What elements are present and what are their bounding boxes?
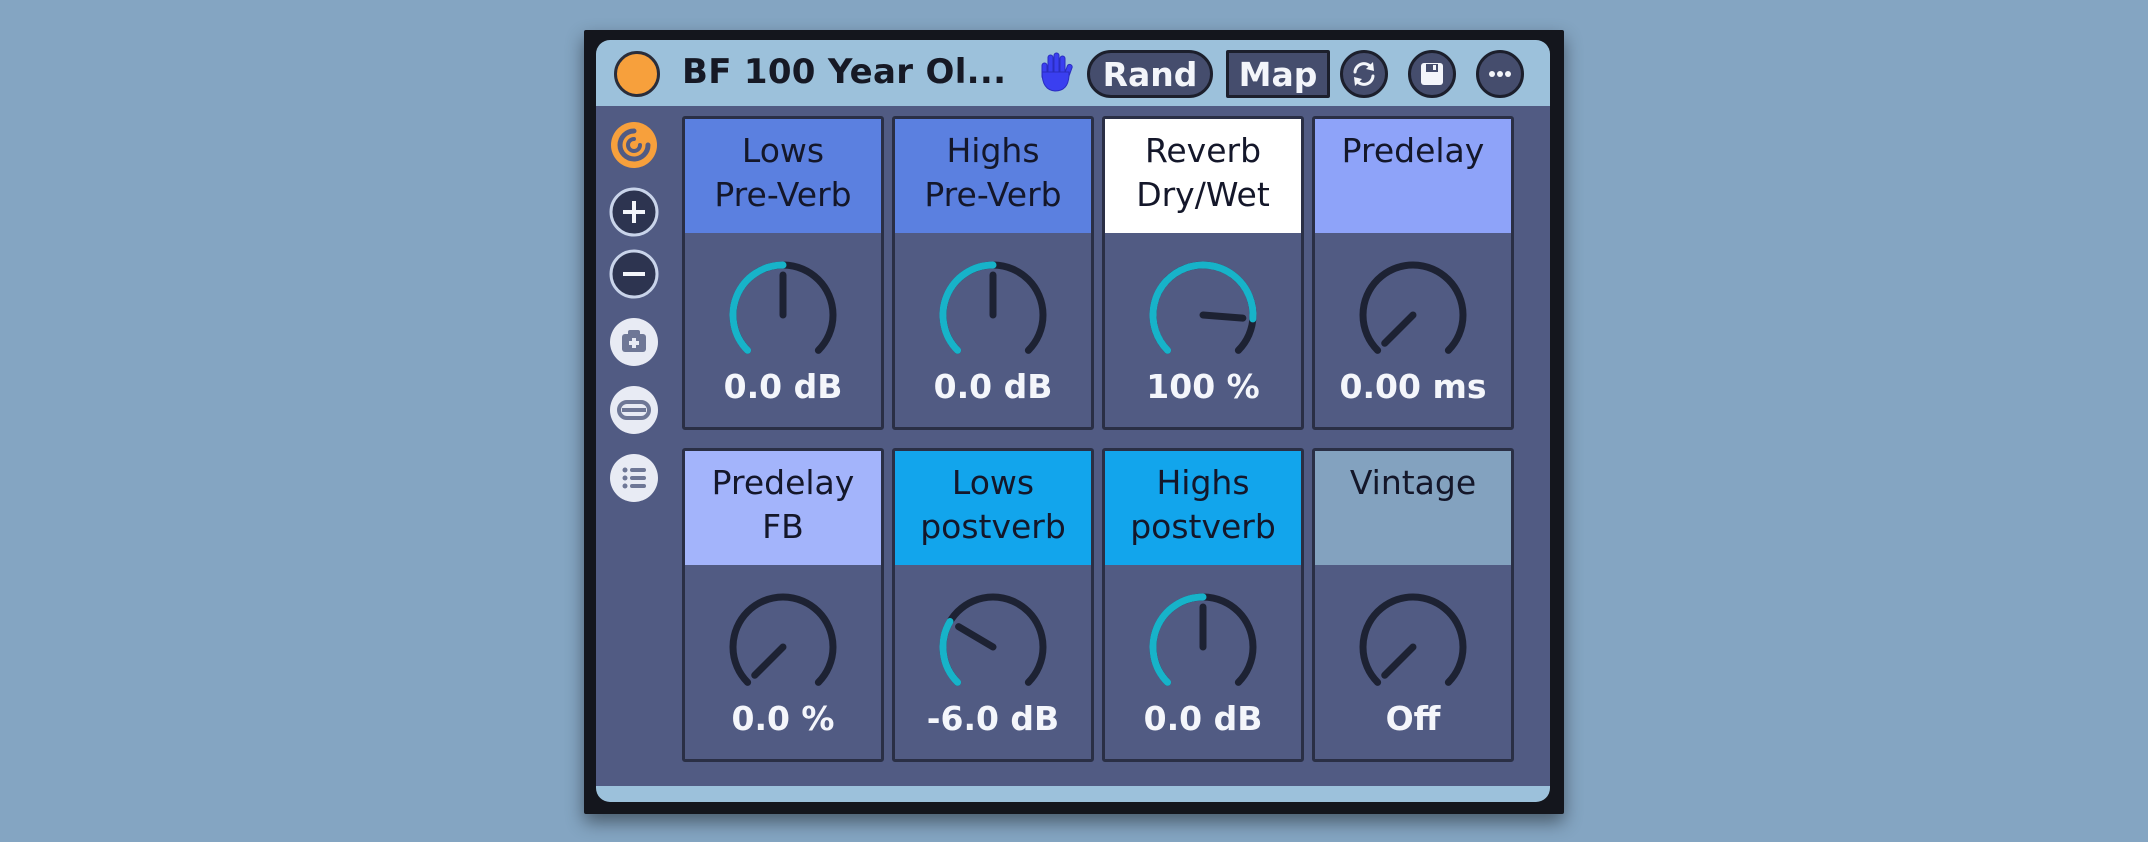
macro-label[interactable]: Predelay (1315, 119, 1511, 233)
macro-label-line1: Highs (1156, 463, 1250, 502)
macro-knob[interactable] (725, 257, 841, 373)
macro-value[interactable]: 100 % (1105, 367, 1301, 406)
macro-value[interactable]: 0.00 ms (1315, 367, 1511, 406)
device-title[interactable]: BF 100 Year Ol... (682, 52, 1006, 92)
macro-value[interactable]: 0.0 dB (1105, 699, 1301, 738)
macro-highs-postverb: Highs postverb 0.0 dB (1102, 448, 1304, 762)
macro-value[interactable]: 0.0 % (685, 699, 881, 738)
knob-track (1359, 593, 1467, 686)
device-rack-frame: BF 100 Year Ol... Rand Map Lows Pre-Verb… (584, 30, 1564, 814)
more-icon (1489, 71, 1511, 77)
macro-label-line2: FB (762, 507, 804, 546)
macro-vintage: Vintage Off (1312, 448, 1514, 762)
macro-value[interactable]: -6.0 dB (895, 699, 1091, 738)
macro-knob[interactable] (1355, 257, 1471, 373)
hand-icon[interactable] (1033, 50, 1079, 96)
macro-label-line2: postverb (920, 507, 1066, 546)
rack-body: Lows Pre-Verb 0.0 dB Highs Pre-Verb 0.0 … (596, 106, 1550, 786)
knob-value-arc (729, 261, 787, 354)
knob-value-arc (939, 261, 997, 354)
knob-needle (1381, 311, 1417, 347)
macro-label-line1: Lows (951, 463, 1035, 502)
knob-value-arc (1149, 261, 1257, 354)
rack-sidebar (604, 106, 664, 786)
macro-value[interactable]: Off (1315, 699, 1511, 738)
macro-reverb-dry-wet: Reverb Dry/Wet 100 % (1102, 116, 1304, 430)
sync-icon (1353, 62, 1375, 86)
macro-knob[interactable] (1145, 589, 1261, 705)
macro-value[interactable]: 0.0 dB (895, 367, 1091, 406)
macro-label-line1: Vintage (1349, 463, 1477, 502)
macro-label[interactable]: Highs postverb (1105, 451, 1301, 565)
macro-label-line2: Dry/Wet (1136, 175, 1270, 214)
macro-value[interactable]: 0.0 dB (685, 367, 881, 406)
macro-knob[interactable] (1355, 589, 1471, 705)
macro-label[interactable]: Lows postverb (895, 451, 1091, 565)
knob-track (939, 593, 1047, 686)
macro-label-line2: Pre-Verb (924, 175, 1062, 214)
knob-needle (751, 643, 787, 679)
macro-label-line1: Reverb (1144, 131, 1262, 170)
more-options-button[interactable] (1476, 50, 1524, 98)
save-icon (1421, 63, 1443, 85)
chain-select-icon[interactable] (608, 119, 660, 171)
knob-track (729, 593, 837, 686)
knob-value-arc (939, 618, 962, 686)
save-preset-button[interactable] (1408, 50, 1456, 98)
macro-label[interactable]: Highs Pre-Verb (895, 119, 1091, 233)
rand-button[interactable]: Rand (1087, 50, 1213, 98)
knob-value-arc (1149, 593, 1207, 686)
device-power-button[interactable] (614, 51, 660, 97)
sync-button[interactable] (1340, 50, 1388, 98)
rack-title-bar[interactable]: BF 100 Year Ol... Rand Map (596, 40, 1550, 106)
macro-knob[interactable] (935, 257, 1051, 373)
macro-highs-pre-verb: Highs Pre-Verb 0.0 dB (892, 116, 1094, 430)
macro-label-line1: Predelay (1341, 131, 1485, 170)
audio-effect-rack: BF 100 Year Ol... Rand Map Lows Pre-Verb… (596, 40, 1550, 802)
knob-needle (955, 623, 997, 651)
variation-icon[interactable] (608, 384, 660, 436)
add-icon[interactable] (608, 186, 660, 238)
macro-predelay: Predelay 0.00 ms (1312, 116, 1514, 430)
macro-label-line1: Predelay (711, 463, 855, 502)
macro-label-line1: Highs (946, 131, 1040, 170)
list-icon[interactable] (608, 452, 660, 504)
macro-knob[interactable] (725, 589, 841, 705)
macro-label[interactable]: Predelay FB (685, 451, 881, 565)
snapshot-icon[interactable] (608, 316, 660, 368)
macro-knob[interactable] (935, 589, 1051, 705)
knob-needle (1199, 311, 1247, 322)
macro-label[interactable]: Lows Pre-Verb (685, 119, 881, 233)
macro-label-line1: Lows (741, 131, 825, 170)
macro-knob[interactable] (1145, 257, 1261, 373)
macro-lows-postverb: Lows postverb -6.0 dB (892, 448, 1094, 762)
macro-label[interactable]: Reverb Dry/Wet (1105, 119, 1301, 233)
macro-lows-pre-verb: Lows Pre-Verb 0.0 dB (682, 116, 884, 430)
knob-needle (1381, 643, 1417, 679)
knob-track (1359, 261, 1467, 354)
macro-label-line2: Pre-Verb (714, 175, 852, 214)
remove-icon[interactable] (608, 248, 660, 300)
macro-predelay-fb: Predelay FB 0.0 % (682, 448, 884, 762)
macro-label-line2: postverb (1130, 507, 1276, 546)
macro-label[interactable]: Vintage (1315, 451, 1511, 565)
map-button[interactable]: Map (1226, 50, 1330, 98)
